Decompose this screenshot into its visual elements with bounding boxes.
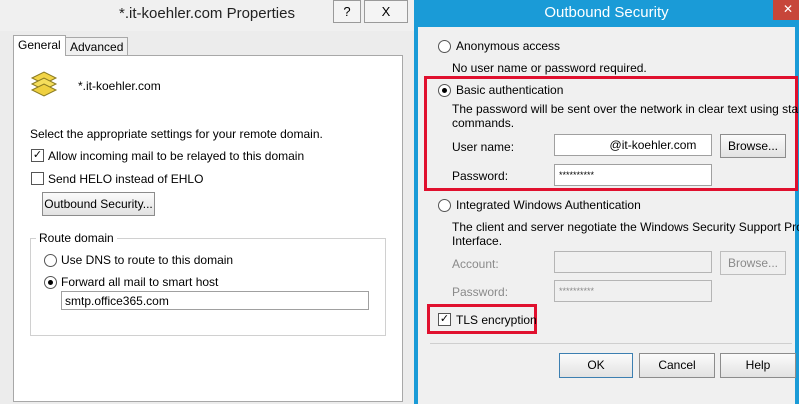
instructions-text: Select the appropriate settings for your…: [30, 127, 323, 141]
integrated-auth-radio[interactable]: [438, 199, 451, 212]
tls-encryption-label: TLS encryption: [456, 313, 537, 327]
username-label: User name:: [452, 140, 515, 154]
general-tab-panel: *.it-koehler.com Select the appropriate …: [13, 55, 403, 402]
password-input[interactable]: **********: [554, 164, 712, 186]
domain-name-label: *.it-koehler.com: [78, 79, 161, 93]
use-dns-label: Use DNS to route to this domain: [61, 253, 234, 267]
account-input[interactable]: [554, 251, 712, 273]
browse-user-button[interactable]: Browse...: [720, 134, 786, 158]
domain-properties-window: *.it-koehler.com Properties ? X General …: [0, 0, 414, 404]
anonymous-access-label: Anonymous access: [456, 39, 561, 53]
basic-description-line2: commands.: [452, 116, 515, 130]
allow-relay-label: Allow incoming mail to be relayed to thi…: [48, 149, 305, 163]
tls-encryption-checkbox[interactable]: ✓: [438, 313, 451, 326]
forward-smart-host-radio[interactable]: [44, 276, 57, 289]
separator: [430, 343, 792, 344]
anonymous-access-radio[interactable]: [438, 40, 451, 53]
smart-host-input[interactable]: smtp.office365.com: [61, 291, 369, 310]
allow-relay-checkbox[interactable]: ✓: [31, 149, 44, 162]
send-helo-checkbox[interactable]: [31, 172, 44, 185]
username-input[interactable]: @it-koehler.com: [554, 134, 712, 156]
integrated-description-line2: Interface.: [452, 234, 503, 248]
remote-domain-icon: [30, 70, 58, 98]
basic-description-line1: The password will be sent over the netwo…: [452, 102, 799, 116]
basic-auth-radio[interactable]: [438, 84, 451, 97]
integrated-password-input[interactable]: **********: [554, 280, 712, 302]
outbound-security-dialog: Outbound Security ✕ Anonymous access No …: [414, 0, 799, 404]
close-button[interactable]: ✕: [773, 0, 799, 20]
browse-account-button[interactable]: Browse...: [720, 251, 786, 275]
close-button[interactable]: X: [364, 0, 408, 23]
cancel-button[interactable]: Cancel: [639, 353, 715, 378]
ok-button[interactable]: OK: [559, 353, 633, 378]
dialog-title: Outbound Security: [544, 4, 669, 21]
integrated-password-label: Password:: [452, 285, 509, 299]
use-dns-radio[interactable]: [44, 254, 57, 267]
integrated-auth-label: Integrated Windows Authentication: [456, 198, 641, 212]
route-domain-legend: Route domain: [36, 231, 117, 245]
integrated-description-line1: The client and server negotiate the Wind…: [452, 220, 799, 234]
password-label: Password:: [452, 169, 509, 183]
forward-smart-host-label: Forward all mail to smart host: [61, 275, 219, 289]
outbound-security-button[interactable]: Outbound Security...: [42, 192, 155, 216]
account-label: Account:: [452, 257, 499, 271]
basic-auth-label: Basic authentication: [456, 83, 564, 97]
tab-general[interactable]: General: [13, 35, 66, 56]
help-button[interactable]: ?: [333, 0, 361, 23]
help-button[interactable]: Help: [720, 353, 796, 378]
tab-advanced[interactable]: Advanced: [65, 37, 129, 56]
anonymous-description: No user name or password required.: [452, 61, 647, 75]
send-helo-label: Send HELO instead of EHLO: [48, 172, 204, 186]
